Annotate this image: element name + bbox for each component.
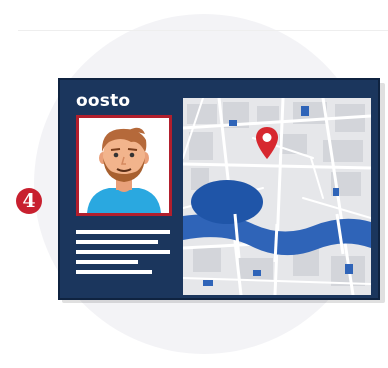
text-line <box>76 260 138 264</box>
location-pin-icon <box>256 127 278 159</box>
top-divider <box>18 30 388 31</box>
step-number: 4 <box>22 190 36 212</box>
person-portrait-icon <box>79 118 169 213</box>
step-number-badge: 4 <box>16 188 42 214</box>
person-photo <box>76 115 172 216</box>
location-map <box>183 98 371 295</box>
text-line <box>76 240 158 244</box>
text-line <box>76 230 170 234</box>
id-card: oosto <box>58 78 380 300</box>
text-line <box>76 250 170 254</box>
text-line <box>76 270 152 274</box>
info-text-lines <box>76 230 176 280</box>
brand-logo: oosto <box>76 91 131 111</box>
